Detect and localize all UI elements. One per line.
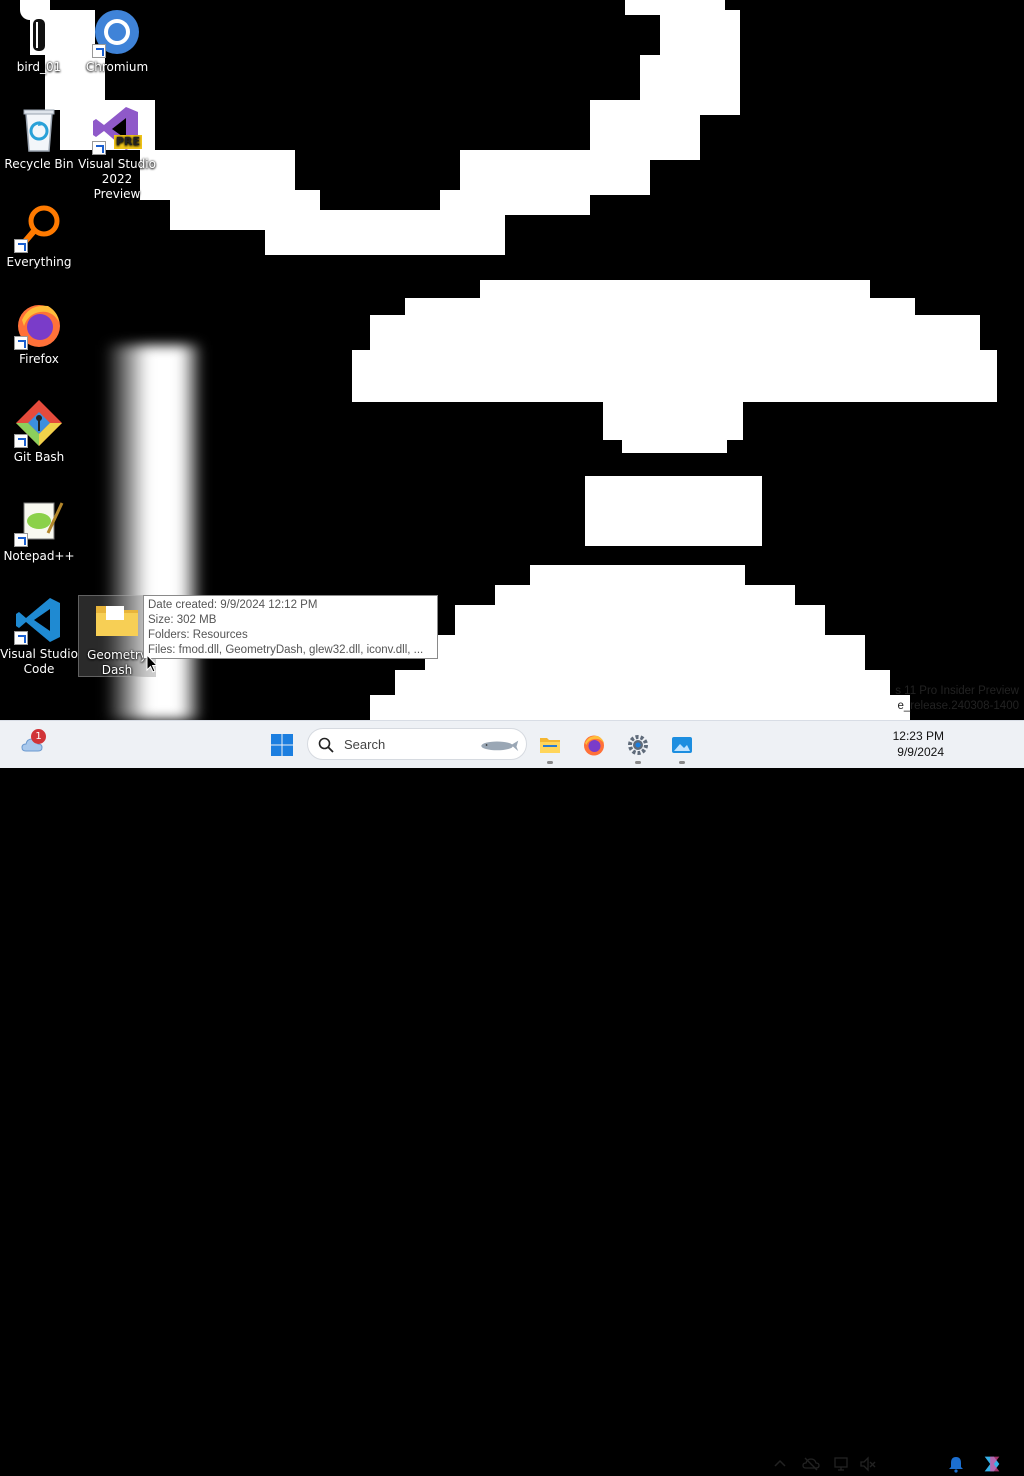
notepad-plus-plus-icon [14, 497, 64, 547]
file-info-tooltip: Date created: 9/9/2024 12:12 PM Size: 30… [143, 595, 438, 659]
icon-label: Git Bash [13, 450, 65, 464]
volume-tray[interactable] [858, 1454, 878, 1474]
copilot-button[interactable] [980, 1452, 1004, 1476]
taskbar-settings[interactable] [622, 729, 654, 764]
desktop-icon-bird[interactable]: bird_01 [0, 8, 78, 75]
icon-label: Visual Studio Code [0, 647, 78, 676]
icon-label: Notepad++ [3, 549, 75, 563]
system-clock[interactable]: 12:23 PM 9/9/2024 [893, 728, 944, 760]
icon-label: Everything [6, 255, 72, 269]
taskbar-firefox[interactable] [578, 729, 610, 761]
tooltip-size: Size: 302 MB [148, 614, 217, 626]
tooltip-files: Files: fmod.dll, GeometryDash, glew32.dl… [148, 644, 424, 656]
notifications-button[interactable] [946, 1454, 966, 1474]
network-tray[interactable] [832, 1454, 852, 1474]
shortcut-arrow-icon [14, 336, 28, 350]
photos-icon [672, 737, 692, 753]
chevron-up-icon [774, 1459, 786, 1467]
taskbar-file-explorer[interactable] [534, 729, 566, 764]
start-icon [271, 734, 293, 756]
desktop[interactable]: bird_01 Recycle Bin Everything Firefox G… [0, 0, 1024, 720]
clock-time: 12:23 PM [892, 729, 944, 743]
shortcut-arrow-icon [14, 239, 28, 253]
icon-label: bird_01 [16, 60, 62, 74]
recycle-bin-icon [14, 105, 64, 155]
shortcut-arrow-icon [14, 434, 28, 448]
firefox-icon [14, 300, 64, 350]
desktop-icon-notepad-plus-plus[interactable]: Notepad++ [0, 497, 78, 564]
taskbar-photos[interactable] [666, 729, 698, 764]
folder-icon [92, 596, 142, 646]
desktop-icon-visual-studio-preview[interactable]: PRE Visual Studio 2022 Preview [78, 105, 156, 202]
search-highlight-whale-icon [481, 740, 519, 752]
desktop-icon-recycle-bin[interactable]: Recycle Bin [0, 105, 78, 172]
icon-label: Visual Studio 2022 Preview [78, 157, 156, 201]
icon-label: Firefox [19, 352, 59, 366]
visual-studio-preview-icon: PRE [92, 105, 143, 155]
shortcut-arrow-icon [92, 141, 106, 155]
tooltip-date-created: Date created: 9/9/2024 12:12 PM [148, 599, 318, 611]
watermark-line-2: e_release.240308-1400 [897, 700, 1020, 712]
running-indicator [635, 761, 641, 764]
watermark-line-1: s 11 Pro Insider Preview [895, 685, 1019, 697]
running-indicator [679, 761, 685, 764]
icon-label: Recycle Bin [4, 157, 74, 171]
vscode-icon [14, 595, 64, 645]
bird-file-icon [14, 8, 64, 58]
settings-icon [628, 735, 648, 755]
search-box[interactable]: Search [307, 728, 527, 760]
preview-badge: PRE [114, 135, 143, 149]
file-explorer-icon [540, 738, 560, 753]
firefox-icon [584, 735, 604, 756]
everything-icon [14, 203, 64, 253]
notification-count-badge: 1 [31, 729, 46, 744]
shortcut-arrow-icon [14, 533, 28, 547]
onedrive-tray[interactable] [801, 1454, 821, 1474]
desktop-icon-chromium[interactable]: Chromium [78, 8, 156, 75]
network-icon [834, 1457, 848, 1471]
cloud-offline-icon [802, 1457, 820, 1471]
icon-label: Chromium [85, 60, 149, 74]
search-placeholder: Search [344, 737, 386, 752]
bell-icon [949, 1457, 963, 1473]
copilot-icon [984, 1456, 1000, 1472]
git-bash-icon [14, 398, 64, 448]
volume-muted-icon [860, 1456, 876, 1472]
search-icon [318, 737, 334, 753]
clock-date: 9/9/2024 [897, 745, 944, 759]
shortcut-arrow-icon [92, 44, 106, 58]
running-indicator [547, 761, 553, 764]
shortcut-arrow-icon [14, 631, 28, 645]
show-hidden-icons-button[interactable] [770, 1454, 790, 1474]
tooltip-folders: Folders: Resources [148, 629, 248, 641]
mouse-cursor-icon [146, 654, 158, 673]
desktop-icon-firefox[interactable]: Firefox [0, 300, 78, 367]
desktop-icon-everything[interactable]: Everything [0, 203, 78, 270]
start-button[interactable] [266, 729, 298, 761]
desktop-icon-vscode[interactable]: Visual Studio Code [0, 595, 78, 677]
desktop-icon-git-bash[interactable]: Git Bash [0, 398, 78, 465]
chromium-icon [92, 8, 142, 58]
windows-watermark: s 11 Pro Insider Preview e_release.24030… [895, 684, 1019, 714]
